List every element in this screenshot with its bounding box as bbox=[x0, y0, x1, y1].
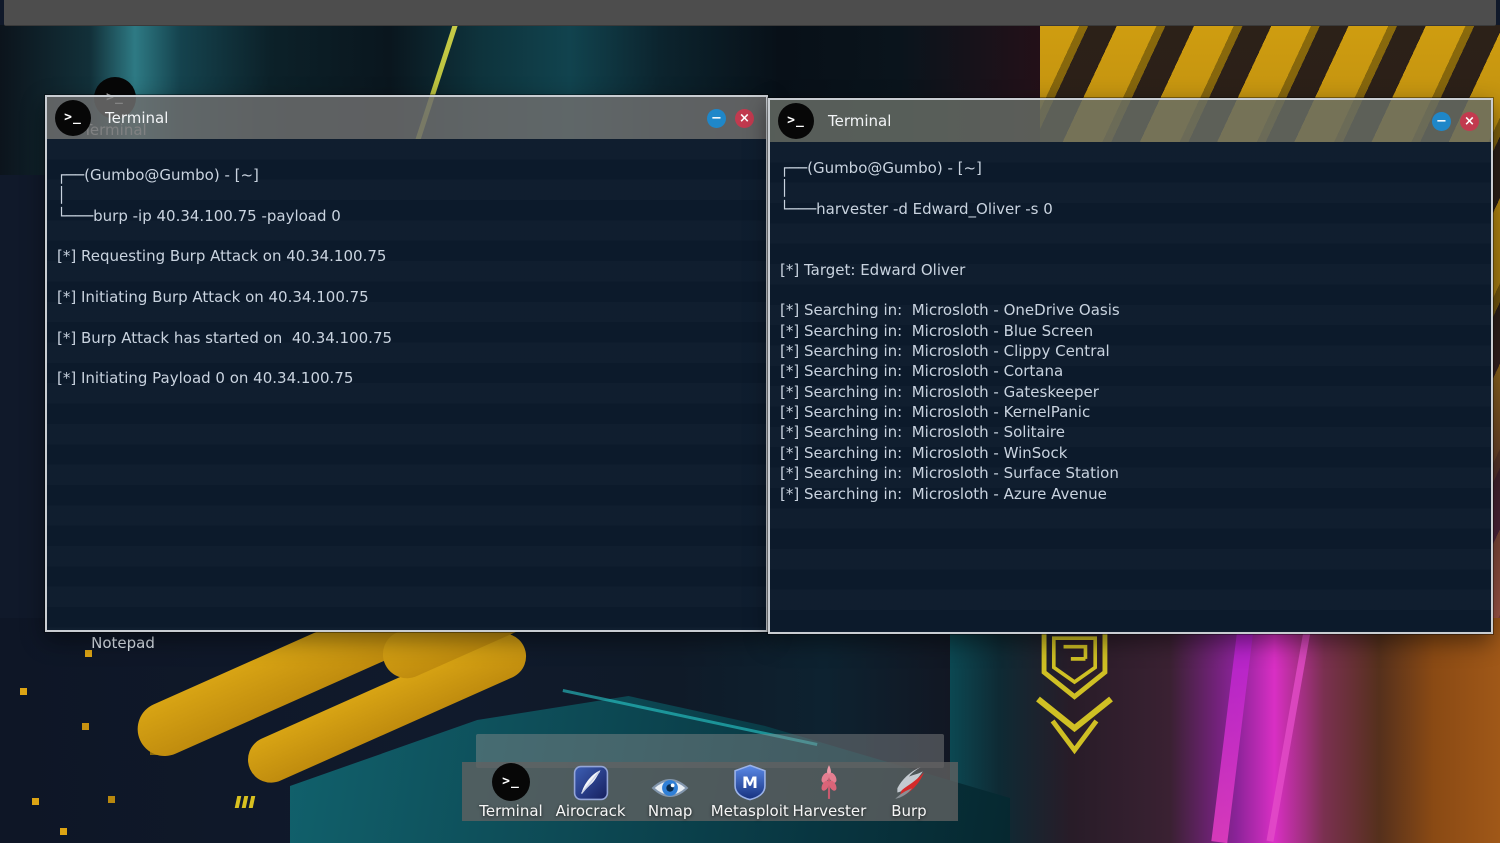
terminal-line bbox=[780, 239, 1483, 259]
dock-item-terminal[interactable]: >_ Terminal bbox=[472, 761, 550, 821]
terminal-output: ┌──(Gumbo@Gumbo) - [~]│└───burp -ip 40.3… bbox=[47, 139, 766, 630]
dock-item-harvester[interactable]: Harvester bbox=[790, 761, 868, 821]
terminal-line: [*] Initiating Payload 0 on 40.34.100.75 bbox=[57, 368, 758, 388]
close-button[interactable]: × bbox=[1460, 112, 1479, 131]
terminal-line bbox=[57, 267, 758, 287]
dock-item-burp[interactable]: Burp bbox=[870, 761, 948, 821]
terminal-line bbox=[780, 219, 1483, 239]
harvester-wheat-icon bbox=[816, 761, 842, 801]
dock-item-label: Airocrack bbox=[556, 802, 626, 820]
minimize-icon: − bbox=[1436, 115, 1447, 128]
svg-text:M: M bbox=[742, 773, 758, 792]
nmap-eye-icon bbox=[651, 761, 689, 801]
terminal-line: │ bbox=[57, 185, 758, 205]
terminal-line: [*] Searching in: Microsloth - Cortana bbox=[780, 361, 1483, 381]
terminal-window-right: >_ Terminal − × ┌──(Gumbo@Gumbo) - [~]│└… bbox=[768, 98, 1493, 634]
terminal-line: [*] Searching in: Microsloth - OneDrive … bbox=[780, 300, 1483, 320]
terminal-line: [*] Searching in: Microsloth - Blue Scre… bbox=[780, 321, 1483, 341]
minimize-button[interactable]: − bbox=[1432, 112, 1451, 131]
terminal-line: [*] Searching in: Microsloth - KernelPan… bbox=[780, 402, 1483, 422]
terminal-prompt-glyph: >_ bbox=[64, 110, 82, 125]
dock-item-label: Terminal bbox=[479, 802, 542, 820]
minimize-button[interactable]: − bbox=[707, 109, 726, 128]
terminal-icon: >_ bbox=[492, 761, 530, 801]
window-titlebar[interactable]: >_ Terminal − × bbox=[770, 100, 1491, 142]
terminal-line: [*] Requesting Burp Attack on 40.34.100.… bbox=[57, 246, 758, 266]
window-title: Terminal bbox=[828, 112, 891, 130]
terminal-icon: >_ bbox=[55, 100, 91, 136]
dock-item-metasploit[interactable]: M Metasploit bbox=[711, 761, 789, 821]
terminal-line: [*] Searching in: Microsloth - Azure Ave… bbox=[780, 484, 1483, 504]
terminal-line: [*] Searching in: Microsloth - Clippy Ce… bbox=[780, 341, 1483, 361]
terminal-line: [*] Target: Edward Oliver bbox=[780, 260, 1483, 280]
wallpaper-pixel-dots bbox=[20, 688, 27, 695]
desktop-icon-label-notepad[interactable]: Notepad bbox=[88, 634, 158, 652]
dock-item-label: Metasploit bbox=[711, 802, 789, 820]
minimize-icon: − bbox=[711, 112, 722, 125]
terminal-line bbox=[57, 348, 758, 368]
window-controls: − × bbox=[1432, 112, 1479, 131]
shield-emblem-graphic bbox=[1012, 626, 1137, 766]
airocrack-feather-icon bbox=[573, 761, 609, 801]
terminal-line: [*] Searching in: Microsloth - Solitaire bbox=[780, 422, 1483, 442]
terminal-icon: >_ bbox=[778, 103, 814, 139]
terminal-line: ┌──(Gumbo@Gumbo) - [~] bbox=[57, 165, 758, 185]
dock: >_ Terminal Airocrack Nmap bbox=[462, 762, 958, 821]
terminal-line: ┌──(Gumbo@Gumbo) - [~] bbox=[780, 158, 1483, 178]
close-icon: × bbox=[1464, 115, 1475, 128]
dock-item-airocrack[interactable]: Airocrack bbox=[552, 761, 630, 821]
dock-item-label: Harvester bbox=[792, 802, 866, 820]
terminal-line: └───harvester -d Edward_Oliver -s 0 bbox=[780, 199, 1483, 219]
terminal-line: │ bbox=[780, 178, 1483, 198]
terminal-line bbox=[57, 307, 758, 327]
terminal-line: [*] Searching in: Microsloth - Surface S… bbox=[780, 463, 1483, 483]
dock-item-label: Burp bbox=[891, 802, 927, 820]
terminal-prompt-glyph: >_ bbox=[787, 113, 805, 128]
burp-flame-icon bbox=[891, 761, 927, 801]
close-icon: × bbox=[739, 112, 750, 125]
top-panel bbox=[4, 0, 1496, 26]
terminal-line: [*] Searching in: Microsloth - WinSock bbox=[780, 443, 1483, 463]
terminal-line: [*] Initiating Burp Attack on 40.34.100.… bbox=[57, 287, 758, 307]
dock-item-label: Nmap bbox=[648, 802, 693, 820]
terminal-window-left: >_ Terminal − × ┌──(Gumbo@Gumbo) - [~]│└… bbox=[45, 95, 768, 632]
wallpaper-mini-emblem bbox=[235, 796, 242, 808]
terminal-line: └───burp -ip 40.34.100.75 -payload 0 bbox=[57, 206, 758, 226]
window-title: Terminal bbox=[105, 109, 168, 127]
dock-item-nmap[interactable]: Nmap bbox=[631, 761, 709, 821]
terminal-output: ┌──(Gumbo@Gumbo) - [~]│└───harvester -d … bbox=[770, 142, 1491, 632]
terminal-line bbox=[780, 280, 1483, 300]
window-controls: − × bbox=[707, 109, 754, 128]
window-titlebar[interactable]: >_ Terminal − × bbox=[47, 97, 766, 139]
terminal-line bbox=[57, 226, 758, 246]
terminal-line: [*] Burp Attack has started on 40.34.100… bbox=[57, 328, 758, 348]
metasploit-shield-icon: M bbox=[734, 761, 766, 801]
close-button[interactable]: × bbox=[735, 109, 754, 128]
terminal-line: [*] Searching in: Microsloth - Gateskeep… bbox=[780, 382, 1483, 402]
